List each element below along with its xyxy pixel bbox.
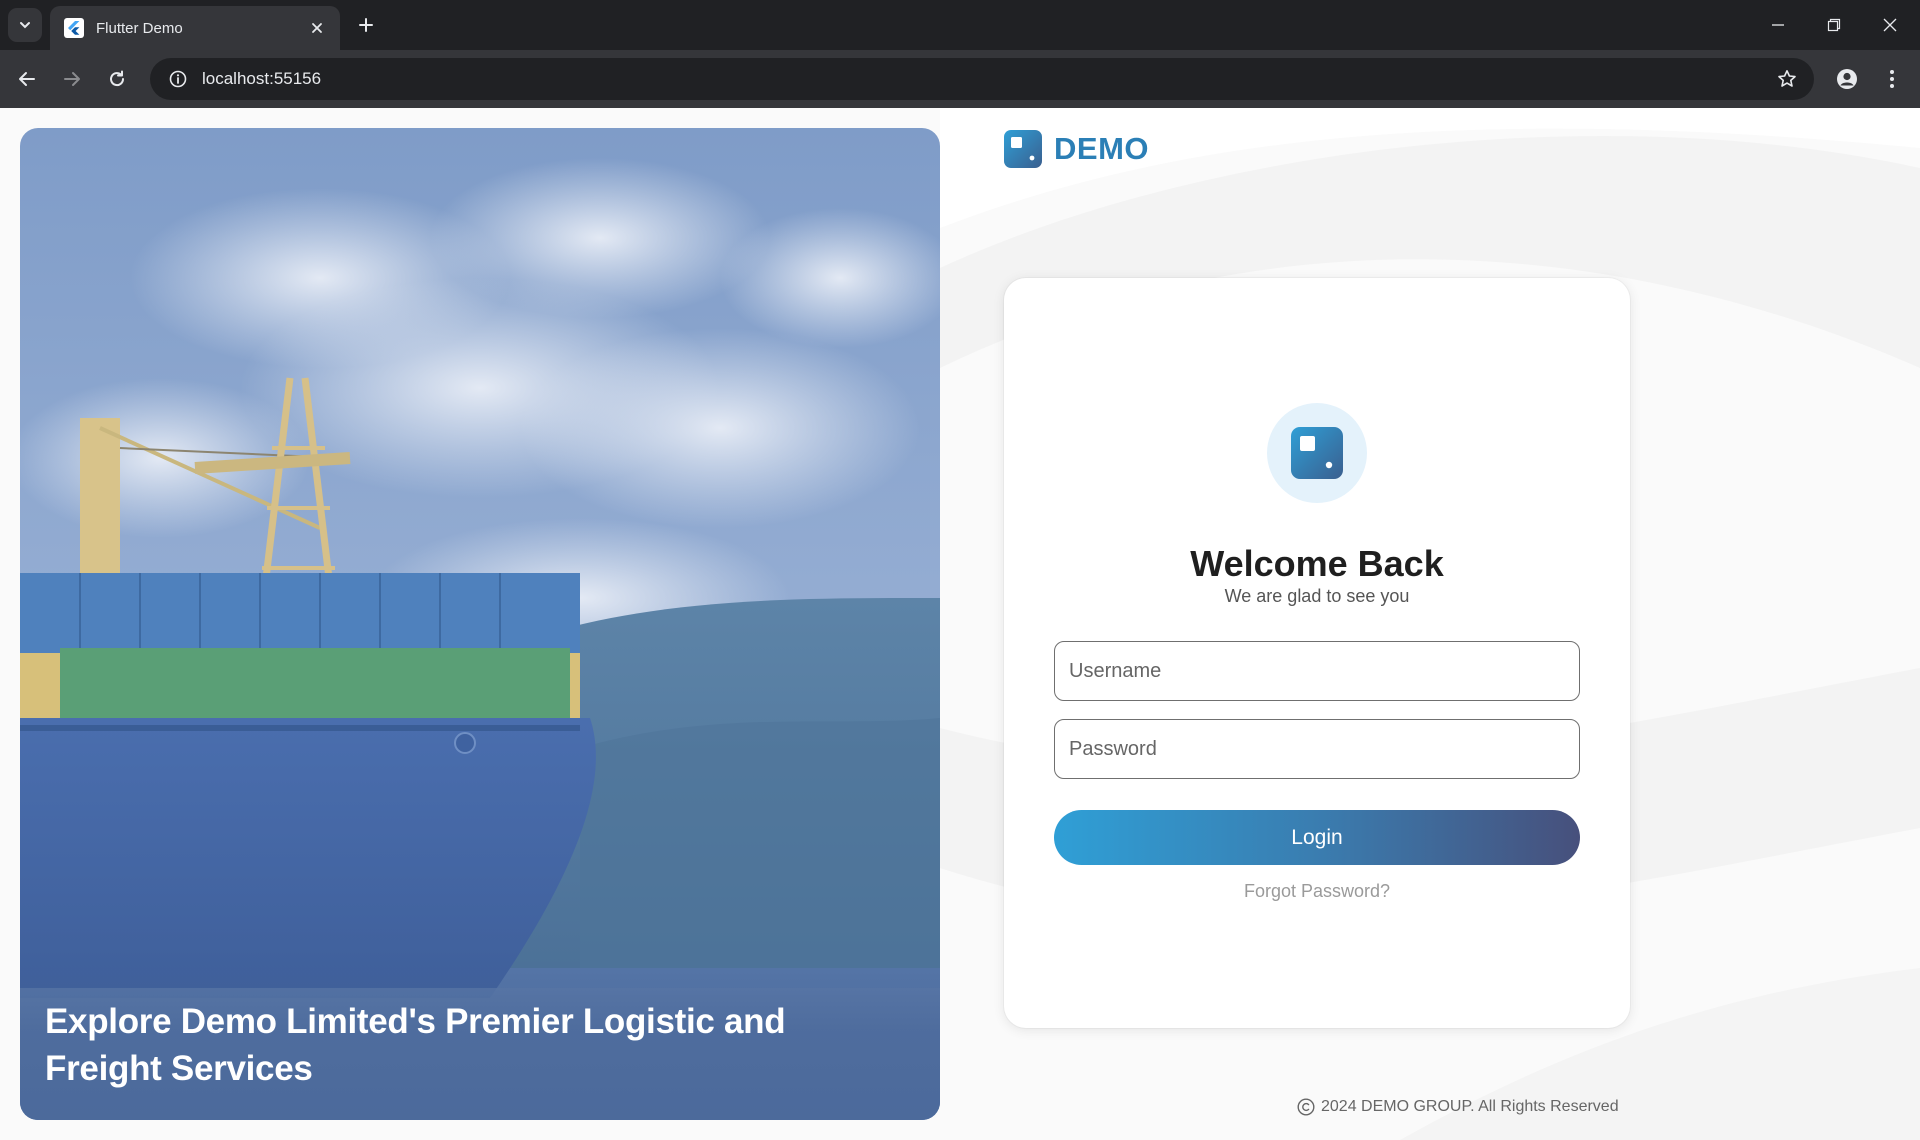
demo-logo-icon — [1004, 130, 1042, 168]
copyright-icon — [1297, 1098, 1315, 1116]
person-icon — [1837, 69, 1857, 89]
arrow-right-icon — [64, 72, 80, 86]
welcome-subtitle: We are glad to see you — [1224, 586, 1410, 606]
restore-icon — [1827, 18, 1841, 32]
welcome-title: Welcome Back — [1190, 543, 1444, 584]
hero-image-panel: Explore Demo Limited's Premier Logistic … — [20, 128, 940, 1120]
new-tab-button[interactable] — [352, 11, 380, 39]
star-icon[interactable] — [1770, 62, 1804, 96]
reload-icon — [110, 70, 125, 87]
back-button[interactable] — [9, 61, 45, 97]
info-icon[interactable] — [164, 65, 192, 93]
tab-title: Flutter Demo — [96, 19, 183, 37]
brand-logo: DEMO — [1004, 130, 1149, 168]
login-card: Welcome Back We are glad to see you Logi… — [1004, 278, 1630, 1028]
login-logo-badge — [1267, 403, 1367, 503]
minimize-icon — [1772, 24, 1784, 26]
restore-button[interactable] — [1806, 0, 1862, 50]
reload-button[interactable] — [99, 61, 135, 97]
brand-name: DEMO — [1054, 131, 1149, 166]
demo-logo-icon — [1291, 427, 1343, 479]
profile-button[interactable] — [1829, 61, 1865, 97]
forward-button[interactable] — [54, 61, 90, 97]
login-page: Explore Demo Limited's Premier Logistic … — [0, 108, 1920, 1140]
chevron-down-icon — [20, 22, 30, 29]
close-window-button[interactable] — [1862, 0, 1918, 50]
forgot-password-link[interactable]: Forgot Password? — [1004, 881, 1630, 902]
browser-menu-button[interactable] — [1874, 61, 1910, 97]
hero-title: Explore Demo Limited's Premier Logistic … — [45, 1002, 786, 1088]
minimize-button[interactable] — [1750, 0, 1806, 50]
tab-search-button[interactable] — [8, 8, 42, 42]
address-bar[interactable]: localhost:55156 — [150, 58, 1814, 100]
kebab-menu-icon — [1890, 70, 1894, 88]
close-icon — [1883, 18, 1897, 32]
arrow-left-icon — [19, 72, 35, 86]
password-input[interactable] — [1054, 719, 1580, 779]
close-icon[interactable] — [308, 19, 326, 37]
flutter-icon — [64, 18, 84, 38]
browser-toolbar: localhost:55156 — [0, 50, 1920, 108]
url-text[interactable]: localhost:55156 — [202, 69, 1770, 89]
browser-tabstrip: Flutter Demo — [0, 0, 1920, 50]
copyright-text: 2024 DEMO GROUP. All Rights Reserved — [1321, 1098, 1619, 1115]
plus-icon — [359, 18, 373, 32]
login-button[interactable]: Login — [1054, 810, 1580, 865]
browser-tab[interactable]: Flutter Demo — [50, 6, 340, 50]
username-input[interactable] — [1054, 641, 1580, 701]
footer-copyright: 2024 DEMO GROUP. All Rights Reserved — [1297, 1098, 1619, 1116]
